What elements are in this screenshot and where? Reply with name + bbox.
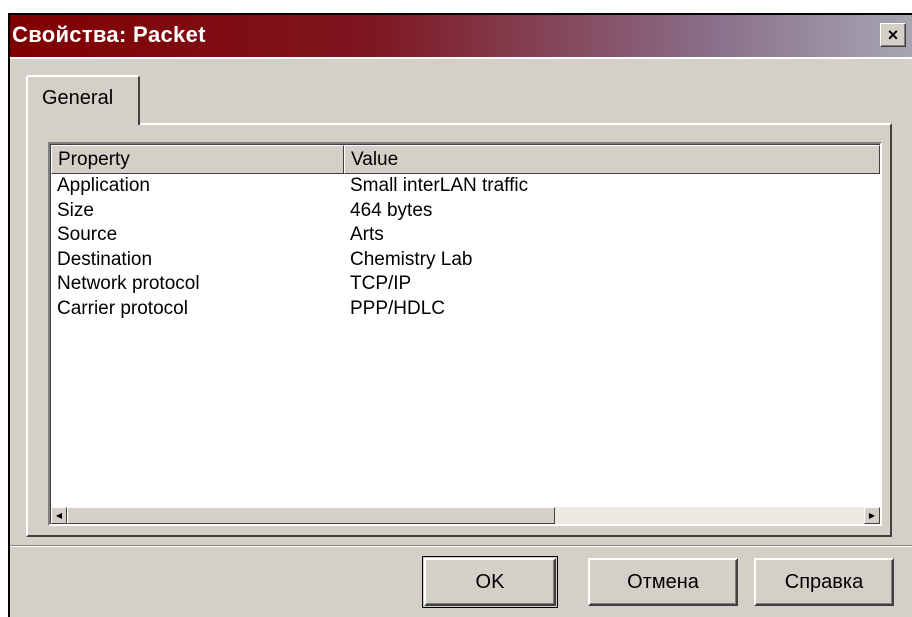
value-cell: Chemistry Lab xyxy=(350,248,473,270)
horizontal-scrollbar[interactable]: ◀ ▶ xyxy=(51,507,880,524)
list-item[interactable]: Network protocol TCP/IP xyxy=(51,272,880,297)
chevron-left-icon: ◀ xyxy=(55,511,63,520)
value-cell: Arts xyxy=(350,224,384,245)
list-item[interactable]: Application Small interLAN traffic xyxy=(51,174,880,199)
window-title: Свойства: Packet xyxy=(12,22,206,47)
help-button[interactable]: Справка xyxy=(754,558,894,606)
properties-list-inner: Property Value Application Small interLA… xyxy=(50,144,880,524)
scroll-thumb[interactable] xyxy=(67,507,555,524)
properties-list[interactable]: Property Value Application Small interLA… xyxy=(48,142,882,526)
list-item[interactable]: Source Arts xyxy=(51,223,880,248)
property-cell: Destination xyxy=(57,248,153,270)
column-header-value[interactable]: Value xyxy=(344,145,880,174)
close-button[interactable]: × xyxy=(880,23,906,47)
ok-button[interactable]: OK xyxy=(422,556,558,608)
title-bar[interactable]: Свойства: Packet × xyxy=(10,15,912,59)
cancel-button[interactable]: Отмена xyxy=(588,558,738,606)
tab-general[interactable]: General xyxy=(26,75,140,125)
value-cell: 464 bytes xyxy=(350,199,433,221)
column-header-property[interactable]: Property xyxy=(51,145,344,174)
properties-dialog: Свойства: Packet × General Property Valu… xyxy=(8,13,912,617)
property-cell: Source xyxy=(57,224,118,245)
value-cell: PPP/HDLC xyxy=(350,297,446,319)
property-cell: Carrier protocol xyxy=(57,297,188,319)
close-icon: × xyxy=(887,25,899,45)
list-item[interactable]: Size 464 bytes xyxy=(51,199,880,224)
list-item[interactable]: Carrier protocol PPP/HDLC xyxy=(51,297,880,322)
chevron-right-icon: ▶ xyxy=(868,511,876,520)
separator xyxy=(10,545,912,547)
tab-general-label: General xyxy=(42,87,114,109)
value-cell: TCP/IP xyxy=(350,273,412,294)
list-header: Property Value xyxy=(51,145,880,174)
property-cell: Network protocol xyxy=(57,273,200,294)
property-cell: Size xyxy=(57,199,94,221)
scroll-right-button[interactable]: ▶ xyxy=(864,507,880,524)
value-cell: Small interLAN traffic xyxy=(350,175,529,196)
list-rows: Application Small interLAN traffic Size … xyxy=(51,174,880,321)
list-item[interactable]: Destination Chemistry Lab xyxy=(51,248,880,273)
property-cell: Application xyxy=(57,175,150,196)
scroll-left-button[interactable]: ◀ xyxy=(51,507,67,524)
